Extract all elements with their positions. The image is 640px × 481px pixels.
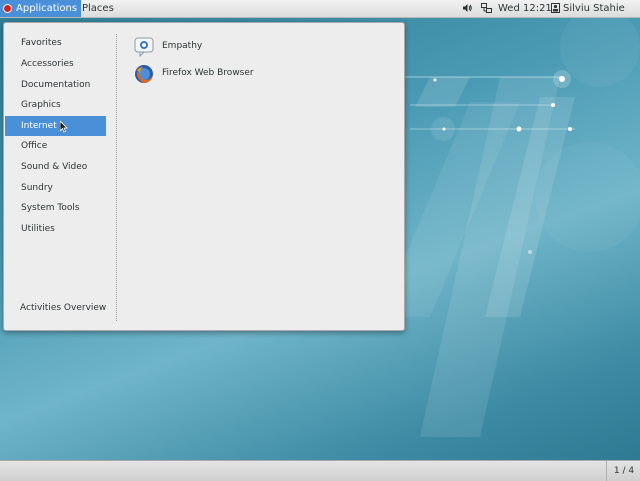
user-menu[interactable]: Silviu Stahie <box>563 0 625 17</box>
app-firefox-label: Firefox Web Browser <box>162 68 254 78</box>
user-icon[interactable] <box>551 3 560 13</box>
category-accessories[interactable]: Accessories <box>5 54 106 74</box>
category-list: Favorites Accessories Documentation Grap… <box>4 23 114 323</box>
bottom-bar: 1 / 4 <box>0 460 640 481</box>
category-system-tools[interactable]: System Tools <box>5 198 106 218</box>
empathy-icon <box>134 37 154 57</box>
firefox-icon <box>135 65 153 83</box>
category-office[interactable]: Office <box>5 136 106 156</box>
category-sound-video[interactable]: Sound & Video <box>5 157 106 177</box>
workspace-switcher[interactable]: 1 / 4 <box>606 461 640 481</box>
category-documentation[interactable]: Documentation <box>5 75 106 95</box>
app-empathy-label: Empathy <box>162 41 203 51</box>
top-bar: Applications Places Wed 12:21 Silviu Sta… <box>0 0 640 18</box>
category-internet[interactable]: Internet <box>5 116 106 136</box>
category-favorites[interactable]: Favorites <box>5 33 106 53</box>
category-graphics[interactable]: Graphics <box>5 95 106 115</box>
mouse-pointer-icon <box>60 121 68 133</box>
applications-menu-panel: Favorites Accessories Documentation Grap… <box>3 22 405 331</box>
applications-menu-button[interactable]: Applications <box>0 0 82 17</box>
category-utilities[interactable]: Utilities <box>5 219 106 239</box>
network-icon[interactable] <box>481 3 492 14</box>
menu-divider <box>116 34 117 321</box>
clock[interactable]: Wed 12:21 <box>498 0 552 17</box>
category-sundry[interactable]: Sundry <box>5 178 106 198</box>
fedora-logo-icon <box>3 4 12 13</box>
activities-overview-item[interactable]: Activities Overview <box>20 303 106 313</box>
applications-label: Applications <box>16 3 78 14</box>
volume-icon[interactable] <box>462 3 472 13</box>
places-menu-button[interactable]: Places <box>82 0 114 17</box>
